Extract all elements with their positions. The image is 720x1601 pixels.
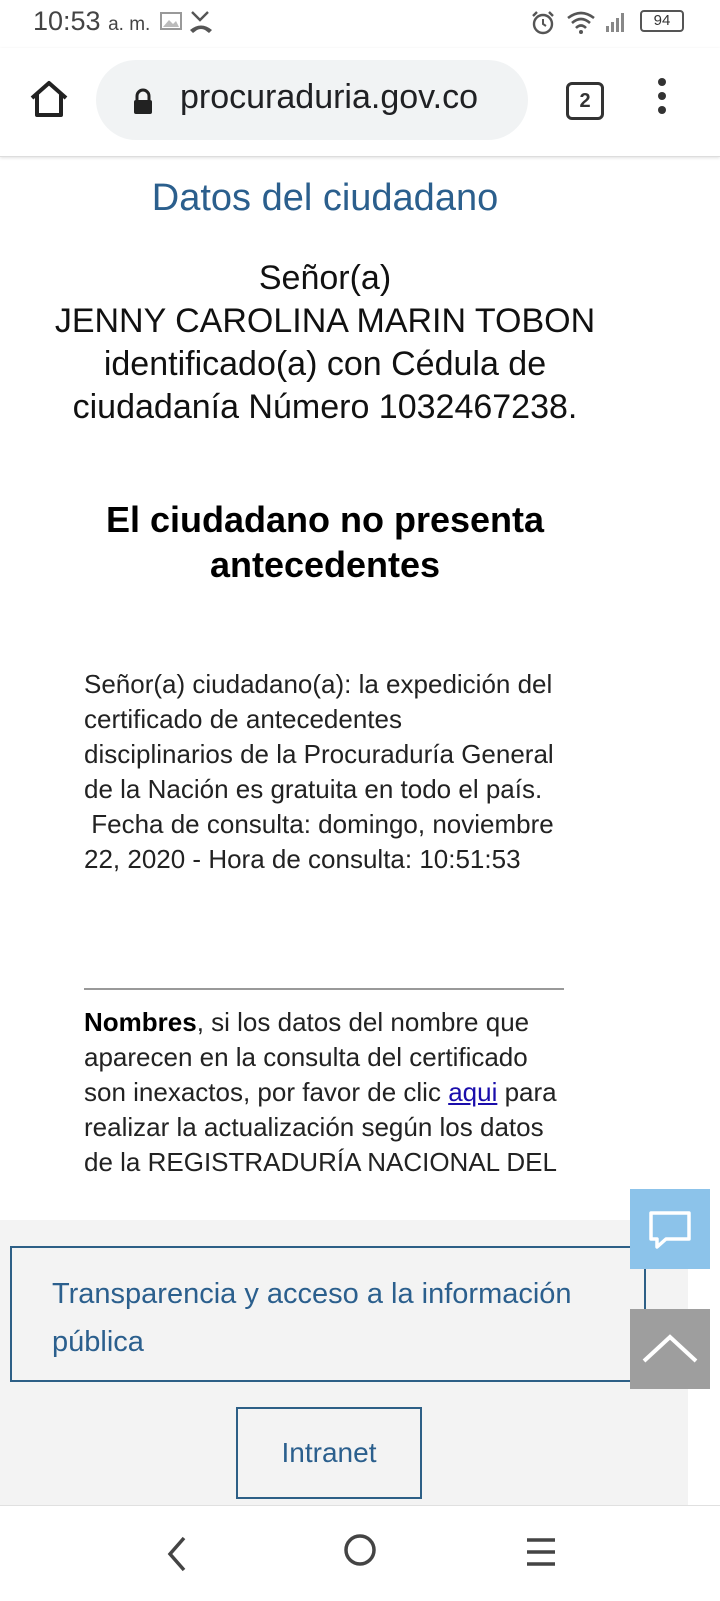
signal-icon: [606, 13, 624, 32]
browser-toolbar: procuraduria.gov.co 2: [0, 48, 720, 157]
back-icon[interactable]: [162, 1534, 194, 1574]
id-line: identificado(a) con Cédula de ciudadanía…: [72, 345, 578, 426]
status-bar: 10:53 a. m. 94: [0, 0, 720, 48]
chevron-up-icon: [642, 1334, 698, 1363]
status-time: 10:53 a. m.: [33, 6, 150, 37]
names-label: Nombres: [84, 1007, 197, 1037]
chat-button[interactable]: [630, 1189, 710, 1269]
wifi-icon: [567, 11, 595, 34]
divider: [84, 988, 564, 990]
am-pm: a. m.: [108, 14, 151, 35]
home-icon[interactable]: [28, 78, 70, 120]
citizen-info: Señor(a) JENNY CAROLINA MARIN TOBON iden…: [30, 257, 620, 429]
image-notification-icon: [160, 12, 182, 30]
footer: Transparencia y acceso a la información …: [0, 1220, 688, 1505]
names-paragraph: Nombres, si los datos del nombre que apa…: [84, 1005, 564, 1180]
update-name-link[interactable]: aqui: [448, 1077, 497, 1107]
alarm-icon: [532, 11, 554, 35]
battery-icon: 94: [640, 10, 684, 32]
missed-call-icon: [190, 11, 212, 33]
notice-block: Señor(a) ciudadano(a): la expedición del…: [84, 667, 554, 877]
salutation: Señor(a): [258, 259, 392, 297]
tab-count: 2: [579, 90, 591, 112]
result-heading: El ciudadano no presenta antecedentes: [105, 499, 545, 585]
notice-text: Señor(a) ciudadano(a): la expedición del…: [84, 669, 554, 804]
lock-icon: [134, 88, 152, 114]
transparency-link[interactable]: Transparencia y acceso a la información …: [52, 1270, 612, 1366]
more-options-icon[interactable]: [652, 78, 672, 124]
home-circle-icon[interactable]: [342, 1532, 378, 1568]
tab-switcher-button[interactable]: 2: [566, 82, 604, 120]
consult-date: Fecha de consulta: domingo, noviembre 22…: [84, 809, 561, 874]
chat-icon: [649, 1211, 691, 1249]
page-content: Datos del ciudadano Señor(a) JENNY CAROL…: [0, 157, 720, 1220]
section-title: Datos del ciudadano: [151, 177, 499, 219]
url-text: procuraduria.gov.co: [180, 78, 478, 116]
clock: 10:53: [33, 6, 101, 36]
transparency-link-box[interactable]: Transparencia y acceso a la información …: [10, 1246, 646, 1382]
scroll-to-top-button[interactable]: [630, 1309, 710, 1389]
battery-level: 94: [653, 12, 671, 29]
system-nav-bar: [0, 1505, 720, 1601]
address-bar[interactable]: procuraduria.gov.co: [96, 60, 528, 140]
citizen-name: JENNY CAROLINA MARIN TOBON: [54, 302, 596, 340]
recents-icon[interactable]: [524, 1536, 558, 1568]
intranet-button[interactable]: Intranet: [236, 1407, 422, 1499]
